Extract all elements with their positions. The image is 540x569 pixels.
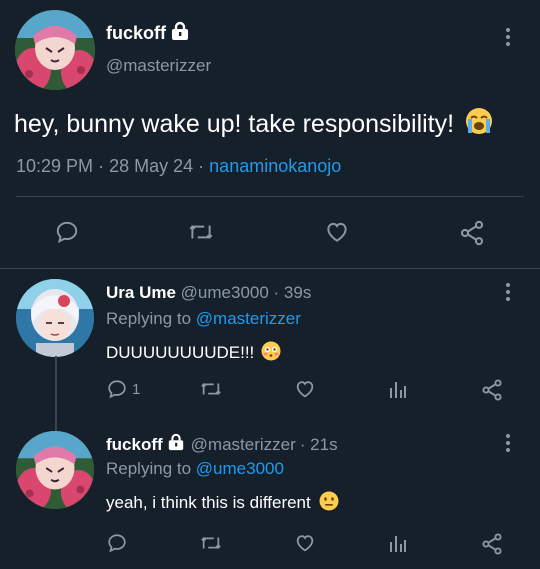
tweet-date: 28 May 24 xyxy=(109,156,194,176)
like-button[interactable] xyxy=(323,219,351,245)
tweet-text: DUUUUUUUUDE!!! xyxy=(106,343,255,362)
replying-to-label: Replying to xyxy=(106,459,192,478)
separator: · xyxy=(98,156,105,176)
display-name[interactable]: fuckoff xyxy=(106,23,166,44)
neutral-face-icon xyxy=(319,491,339,511)
retweet-button[interactable] xyxy=(199,532,223,554)
tweet-text: hey, bunny wake up! take responsibility! xyxy=(14,110,455,138)
avatar[interactable] xyxy=(16,279,94,357)
tweet-time: · 39s xyxy=(273,283,312,302)
more-options-icon[interactable] xyxy=(505,283,511,304)
thread-line xyxy=(55,356,57,432)
separator: · xyxy=(198,156,205,176)
lock-icon xyxy=(170,21,190,46)
reply-button[interactable] xyxy=(54,219,80,245)
reply-button[interactable] xyxy=(106,532,128,554)
replying-to-label: Replying to xyxy=(106,309,192,328)
more-options-icon[interactable] xyxy=(505,434,511,455)
analytics-icon[interactable] xyxy=(388,378,408,400)
avatar[interactable] xyxy=(16,431,94,509)
divider xyxy=(0,268,540,269)
tweet-time: · 21s xyxy=(299,434,338,454)
share-button[interactable] xyxy=(480,378,504,402)
retweet-button[interactable] xyxy=(187,219,215,245)
source-link[interactable]: nanaminokanojo xyxy=(209,156,341,176)
avatar[interactable] xyxy=(15,10,95,90)
display-name[interactable]: Ura Ume xyxy=(106,283,176,302)
tweet-time: 10:29 PM xyxy=(16,156,94,176)
like-button[interactable] xyxy=(293,532,317,554)
like-button[interactable] xyxy=(293,378,317,400)
replying-to-link[interactable]: @masterizzer xyxy=(196,309,301,328)
tweet-text: yeah, i think this is different xyxy=(106,493,311,512)
loudly-crying-face-icon xyxy=(465,107,493,135)
analytics-icon[interactable] xyxy=(388,532,408,554)
share-button[interactable] xyxy=(458,219,486,247)
user-handle[interactable]: @masterizzer xyxy=(191,435,296,455)
user-handle[interactable]: @masterizzer xyxy=(106,56,211,76)
reply-count: 1 xyxy=(132,380,141,398)
replying-to-link[interactable]: @ume3000 xyxy=(196,459,284,478)
display-name[interactable]: fuckoff xyxy=(106,435,163,455)
reply-button[interactable]: 1 xyxy=(106,378,140,400)
more-options-icon[interactable] xyxy=(505,28,511,49)
retweet-button[interactable] xyxy=(199,378,223,400)
lock-icon xyxy=(167,433,185,456)
user-handle[interactable]: @ume3000 xyxy=(181,283,269,302)
flushed-face-icon xyxy=(261,341,281,361)
share-button[interactable] xyxy=(480,532,504,556)
divider xyxy=(16,196,524,197)
